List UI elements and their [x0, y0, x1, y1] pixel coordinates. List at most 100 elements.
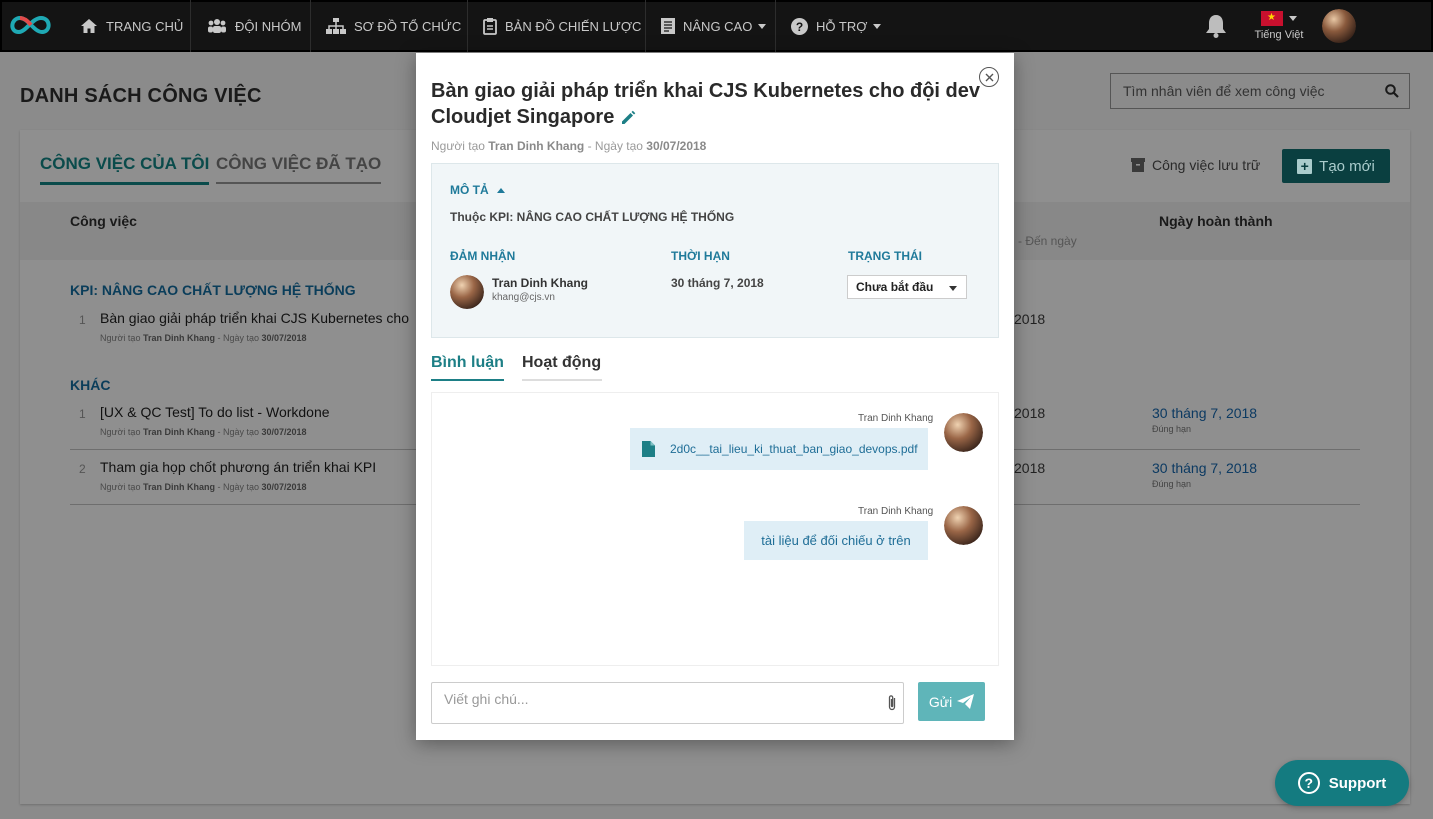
archived-tasks-link[interactable]: Công việc lưu trữ: [1131, 157, 1260, 173]
task-creator: Tran Dinh Khang: [142, 482, 215, 492]
meta-mid: - Ngày tạo: [584, 139, 647, 153]
question-icon: ?: [1297, 772, 1320, 794]
column-header-done-date: Ngày hoàn thành: [1159, 213, 1273, 229]
note-input[interactable]: Viết ghi chú...: [431, 682, 904, 724]
group-title: KPI: NÂNG CAO CHẤT LƯỢNG HỆ THỐNG: [70, 282, 356, 298]
comment-author: Tran Dinh Khang: [858, 413, 934, 424]
task-done-status: Đúng hạn: [1152, 479, 1192, 489]
nav-divider: [645, 0, 646, 52]
search-icon[interactable]: [1385, 84, 1399, 98]
support-button[interactable]: ? Support: [1275, 760, 1409, 806]
archived-tasks-label: Công việc lưu trữ: [1152, 157, 1261, 173]
deadline-label: THỜI HẠN: [671, 249, 730, 263]
nav-divider: [310, 0, 311, 52]
plus-icon: +: [1297, 158, 1313, 174]
nav-org-chart[interactable]: SƠ ĐỒ TỔ CHỨC: [326, 0, 461, 52]
team-icon: [208, 19, 226, 33]
meta-prefix: Người tạo: [431, 139, 489, 153]
task-meta: Người tạo Tran Dinh Khang - Ngày tạo 30/…: [100, 333, 307, 343]
support-label: Support: [1328, 774, 1387, 792]
create-task-label: Tạo mới: [1319, 157, 1375, 175]
column-header-to-date: - Đến ngày: [1018, 234, 1077, 248]
chevron-down-icon: [949, 286, 957, 291]
tab-my-tasks[interactable]: CÔNG VIỆC CỦA TÔI: [40, 154, 210, 185]
nav-org-chart-label: SƠ ĐỒ TỔ CHỨC: [354, 18, 462, 34]
user-avatar[interactable]: [1322, 9, 1356, 43]
meta-mid: - Ngày tạo: [214, 427, 262, 437]
task-date: 2018: [1014, 405, 1046, 421]
comment-avatar: [944, 506, 983, 545]
bell-icon[interactable]: [1205, 13, 1227, 39]
language-label: Tiếng Việt: [1254, 29, 1304, 41]
task-created-date: 30/07/2018: [261, 427, 307, 437]
nav-team-label: ĐỘI NHÓM: [235, 18, 302, 34]
comment-file-attachment[interactable]: 2d0c__tai_lieu_ki_thuat_ban_giao_devops.…: [630, 428, 928, 470]
task-creator: Tran Dinh Khang: [142, 427, 215, 437]
archive-icon: [1131, 158, 1145, 172]
nav-divider: [190, 0, 191, 52]
nav-home-label: TRANG CHỦ: [106, 18, 184, 34]
meta-prefix: Người tạo: [100, 427, 143, 437]
task-meta: Người tạo Tran Dinh Khang - Ngày tạo 30/…: [100, 482, 307, 492]
task-title: Bàn giao giải pháp triển khai CJS Kubern…: [431, 80, 980, 128]
deadline-value: 30 tháng 7, 2018: [671, 276, 764, 290]
comment-author: Tran Dinh Khang: [858, 506, 934, 517]
modal-created-date: 30/07/2018: [646, 139, 707, 153]
help-icon: ?: [791, 17, 808, 35]
send-button[interactable]: Gửi: [918, 682, 985, 721]
task-name[interactable]: [UX & QC Test] To do list - Workdone: [100, 404, 330, 420]
comment-avatar: [944, 413, 983, 452]
file-icon: [642, 441, 655, 457]
language-switcher[interactable]: Tiếng Việt: [1248, 11, 1310, 41]
chevron-down-icon: [873, 23, 882, 29]
group-title: KHÁC: [70, 377, 111, 393]
column-header-task: Công việc: [70, 213, 137, 229]
assignee-label: ĐẢM NHẬN: [450, 249, 516, 263]
home-icon: [81, 19, 97, 33]
task-creator: Tran Dinh Khang: [142, 333, 215, 343]
nav-team[interactable]: ĐỘI NHÓM: [207, 0, 301, 52]
task-date: 2018: [1014, 311, 1046, 327]
app-logo[interactable]: [6, 10, 56, 40]
kpi-label: Thuộc KPI: NÂNG CAO CHẤT LƯỢNG HỆ THỐNG: [450, 210, 735, 224]
edit-pencil-icon[interactable]: [620, 110, 636, 126]
task-meta: Người tạo Tran Dinh Khang - Ngày tạo 30/…: [100, 427, 307, 437]
task-created-date: 30/07/2018: [261, 482, 307, 492]
meta-prefix: Người tạo: [100, 482, 143, 492]
nav-strategy-map[interactable]: BẢN ĐỒ CHIẾN LƯỢC: [483, 0, 641, 52]
task-done-date: 30 tháng 7, 2018: [1152, 460, 1258, 476]
status-value: Chưa bắt đầu: [856, 280, 934, 294]
attachment-filename: 2d0c__tai_lieu_ki_thuat_ban_giao_devops.…: [670, 442, 918, 456]
attach-paperclip-icon[interactable]: [887, 694, 897, 712]
modal-creator: Tran Dinh Khang: [488, 139, 585, 153]
row-number: 1: [79, 313, 86, 327]
row-number: 2: [79, 462, 86, 476]
meta-prefix: Người tạo: [100, 333, 143, 343]
page-title: DANH SÁCH CÔNG VIỆC: [20, 85, 262, 107]
chevron-up-icon: [496, 187, 505, 193]
description-label: MÔ TẢ: [450, 183, 489, 197]
chevron-down-icon: [758, 23, 767, 29]
modal-meta: Người tạo Tran Dinh Khang - Ngày tạo 30/…: [431, 139, 706, 153]
task-name[interactable]: Bàn giao giải pháp triển khai CJS Kubern…: [100, 310, 409, 326]
search-placeholder: Tìm nhân viên để xem công việc: [1123, 83, 1325, 99]
nav-home[interactable]: TRANG CHỦ: [80, 0, 183, 52]
nav-help-label: HỖ TRỢ: [816, 18, 868, 34]
document-icon: [661, 18, 675, 34]
strategy-map-icon: [483, 17, 497, 35]
tab-comments[interactable]: Bình luận: [431, 354, 504, 381]
nav-help[interactable]: ? HỖ TRỢ: [791, 0, 882, 52]
assignee-email: khang@cjs.vn: [492, 292, 555, 303]
description-toggle[interactable]: MÔ TẢ: [450, 183, 505, 197]
meta-mid: - Ngày tạo: [214, 482, 262, 492]
tab-activity[interactable]: Hoạt động: [522, 354, 602, 381]
org-chart-icon: [326, 18, 346, 34]
assignee-name: Tran Dinh Khang: [492, 276, 588, 290]
task-name[interactable]: Tham gia họp chốt phương án triển khai K…: [100, 459, 376, 475]
task-done-date: 30 tháng 7, 2018: [1152, 405, 1258, 421]
nav-advanced[interactable]: NÂNG CAO: [661, 0, 767, 52]
employee-search-input[interactable]: Tìm nhân viên để xem công việc: [1110, 73, 1410, 109]
tab-created-tasks[interactable]: CÔNG VIỆC ĐÃ TẠO: [216, 154, 382, 184]
create-task-button[interactable]: + Tạo mới: [1282, 149, 1390, 183]
status-select[interactable]: Chưa bắt đầu: [847, 275, 967, 299]
